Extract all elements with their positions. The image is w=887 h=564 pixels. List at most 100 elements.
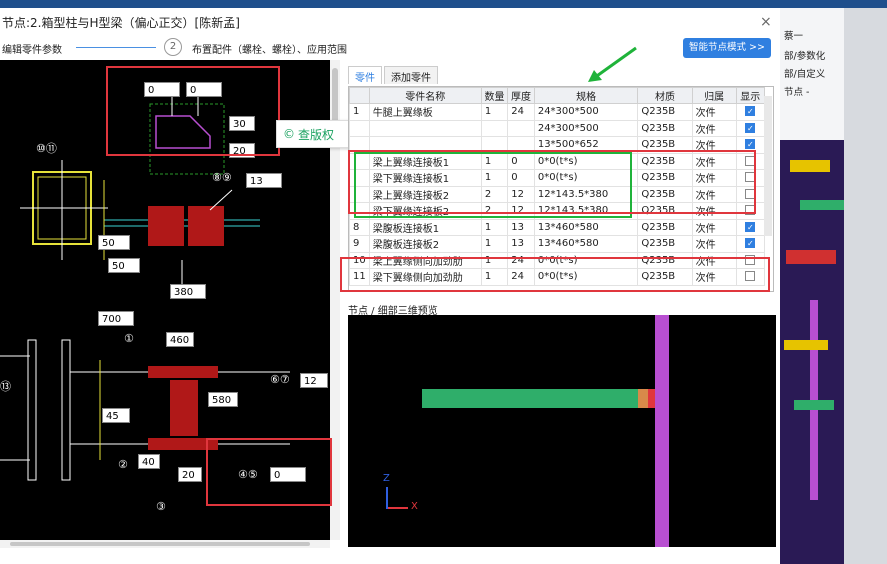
right-panel-item-node[interactable]: 节点 -: [784, 84, 809, 98]
column-3d: [655, 315, 669, 547]
show-checkbox[interactable]: ✓: [745, 139, 756, 150]
part-thickness: 13: [507, 235, 535, 253]
x-axis-line: [388, 507, 408, 509]
3d-preview-viewport[interactable]: Z X: [348, 315, 776, 547]
dim-input-460[interactable]: 460: [166, 332, 194, 347]
dim-input-20b[interactable]: 20: [178, 467, 202, 482]
beam-3d: [422, 389, 638, 408]
part-material: Q235B: [637, 235, 693, 253]
table-header-row: 零件名称 数量 厚度 规格 材质 归属 显示: [349, 87, 766, 104]
callout-13: ⑬: [0, 380, 11, 393]
dim-input-45[interactable]: 45: [102, 408, 130, 423]
right-panel-item-param[interactable]: 部/参数化: [784, 48, 825, 62]
show-cell: ✓: [735, 218, 766, 236]
show-checkbox[interactable]: ✓: [745, 106, 756, 117]
row-index: 8: [349, 218, 370, 236]
step-progress-line: [76, 47, 156, 48]
highlight-box-bottom: [206, 438, 332, 506]
part-name: 梁腹板连接板1: [368, 218, 482, 236]
parts-tabs: 零件 添加零件: [348, 66, 440, 84]
col-header-material: 材质: [637, 87, 693, 104]
right-panel-item-custom[interactable]: 部/自定义: [784, 66, 825, 80]
part-name: 牛腿上翼缘板: [368, 103, 482, 121]
row-index: [349, 119, 370, 137]
dim-input-50a[interactable]: 50: [98, 235, 130, 250]
tab-add-part[interactable]: 添加零件: [384, 66, 438, 84]
show-checkbox[interactable]: ✓: [745, 221, 756, 232]
part-spec: 13*460*580: [533, 235, 639, 253]
row-index: 9: [349, 235, 370, 253]
part-qty: 1: [480, 103, 509, 121]
col-header-qty: 数量: [480, 87, 509, 104]
col-header-owner: 归属: [691, 87, 737, 104]
part-owner: 次件: [691, 103, 737, 121]
dim-input-580[interactable]: 580: [208, 392, 238, 407]
part-qty: 1: [480, 235, 509, 253]
dialog-title: 节点:2.箱型柱与H型梁（偏心正交）[陈新孟]: [2, 16, 240, 30]
part-owner: 次件: [691, 119, 737, 137]
table-row[interactable]: 8 梁腹板连接板1 1 13 13*460*580 Q235B 次件 ✓: [349, 218, 766, 236]
show-checkbox[interactable]: ✓: [745, 122, 756, 133]
cad-horizontal-scrollbar[interactable]: [0, 540, 330, 548]
bolt-col-web: [170, 380, 198, 436]
part-owner: 次件: [691, 218, 737, 236]
part-spec: 24*300*500: [533, 119, 639, 137]
background-3d-model-view[interactable]: [780, 140, 844, 564]
col-header-name: 零件名称: [368, 87, 482, 104]
show-checkbox[interactable]: ✓: [745, 238, 756, 249]
table-row[interactable]: 9 梁腹板连接板2 1 13 13*460*580 Q235B 次件 ✓: [349, 235, 766, 253]
col-header-show: 显示: [735, 87, 766, 104]
show-cell: ✓: [735, 235, 766, 253]
dim-input-50b[interactable]: 50: [108, 258, 140, 273]
part-material: Q235B: [637, 119, 693, 137]
tab-parts[interactable]: 零件: [348, 66, 382, 84]
dim-input-380[interactable]: 380: [170, 284, 206, 299]
table-row[interactable]: 1 牛腿上翼缘板 1 24 24*300*500 Q235B 次件 ✓: [349, 103, 766, 121]
table-scrollbar[interactable]: [764, 96, 772, 236]
dim-input-40[interactable]: 40: [138, 454, 160, 469]
right-panel-user[interactable]: 蔡一: [784, 28, 803, 42]
smart-node-mode-button[interactable]: 智能节点模式 >>: [683, 38, 771, 58]
col-header-spec: 规格: [533, 87, 639, 104]
part-spec: 13*460*580: [533, 218, 639, 236]
z-axis-line: [386, 487, 388, 509]
part-material: Q235B: [637, 218, 693, 236]
row-index: 1: [349, 103, 370, 121]
part-qty: 1: [480, 218, 509, 236]
callout-3: ③: [156, 500, 166, 513]
part-name: 梁腹板连接板2: [368, 235, 482, 253]
bolt-row-top: [148, 366, 218, 378]
x-axis-label: X: [411, 501, 418, 512]
highlight-box-top: [106, 66, 280, 156]
highlight-rows-4-7: [348, 150, 756, 214]
endplate-3d: [638, 389, 648, 408]
callout-10-11: ⑩⑪: [36, 142, 57, 155]
part-thickness: 24: [507, 103, 535, 121]
part-name: [368, 119, 482, 137]
bolt-group-1: [148, 206, 184, 246]
part-owner: 次件: [691, 235, 737, 253]
window-edge-gutter: [844, 8, 887, 564]
dim-input-12[interactable]: 12: [300, 373, 328, 388]
callout-8-9: ⑧⑨: [212, 171, 232, 184]
dim-input-13[interactable]: 13: [246, 173, 282, 188]
step1-label[interactable]: 编辑零件参数: [2, 41, 62, 56]
column-elev-right: [61, 339, 71, 481]
copyright-check-button[interactable]: © 查版权: [277, 126, 340, 143]
part-material: Q235B: [637, 103, 693, 121]
step2-label[interactable]: 布置配件（螺栓、螺栓）、应用范围: [192, 41, 347, 56]
part-thickness: 13: [507, 218, 535, 236]
part-spec: 24*300*500: [533, 103, 639, 121]
callout-2: ②: [118, 458, 128, 471]
highlight-rows-10-11: [340, 257, 770, 292]
step2-number[interactable]: 2: [164, 38, 182, 56]
green-arrow-icon: [588, 46, 637, 82]
callout-6-7: ⑥⑦: [270, 373, 290, 386]
close-icon[interactable]: ×: [760, 14, 772, 30]
dim-input-700[interactable]: 700: [98, 311, 134, 326]
column-elev-left: [27, 339, 37, 481]
callout-1: ①: [124, 332, 134, 345]
table-row[interactable]: 24*300*500 Q235B 次件 ✓: [349, 119, 766, 137]
z-axis-label: Z: [383, 473, 390, 484]
copyright-icon: ©: [283, 127, 295, 141]
